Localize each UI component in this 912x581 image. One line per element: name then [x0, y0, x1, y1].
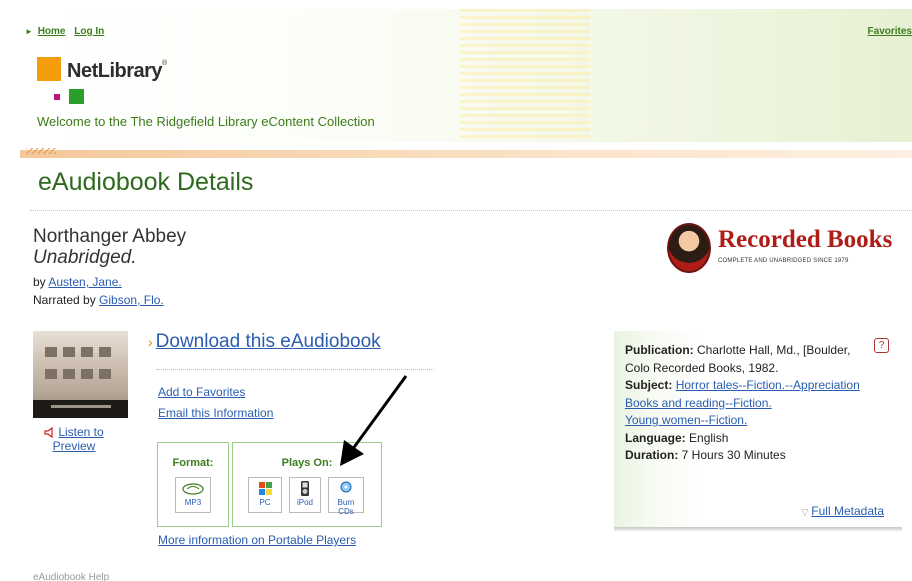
- footer-help-text: eAudiobook Help: [33, 572, 110, 581]
- listen-preview-link[interactable]: Listen to Preview: [53, 425, 104, 453]
- subject-link-3[interactable]: Young women--Fiction.: [625, 413, 747, 427]
- subject-link-1[interactable]: Horror tales--Fiction.--Appreciation: [676, 378, 860, 392]
- by-prefix: by: [33, 275, 46, 289]
- ipod-icon: [301, 481, 309, 496]
- annotation-arrow-icon: [340, 375, 408, 466]
- cover-detail: [99, 369, 111, 379]
- cover-detail: [63, 369, 75, 379]
- download-link-row[interactable]: › Download this eAudiobook: [148, 331, 381, 353]
- publication-row: Publication: Charlotte Hall, Md., [Bould…: [625, 342, 895, 377]
- logo-text: NetLibrary®: [67, 60, 167, 82]
- full-metadata-row[interactable]: ▽ Full Metadata: [801, 504, 884, 518]
- email-info-link[interactable]: Email this Information: [158, 406, 273, 420]
- publication-label: Publication:: [625, 343, 694, 357]
- author-line: by Austen, Jane.: [33, 275, 122, 289]
- metadata-panel-shadow: [614, 527, 902, 531]
- player-pc-label: PC: [259, 498, 271, 507]
- welcome-message: Welcome to the The Ridgefield Library eC…: [37, 114, 375, 129]
- duration-row: Duration: 7 Hours 30 Minutes: [625, 447, 895, 465]
- logo-orange-square: [37, 57, 61, 81]
- player-burn-cds-label: Burn CDs: [337, 498, 355, 516]
- book-title: Northanger Abbey: [33, 226, 187, 247]
- site-header: ► Home Log In Favorites NetLibrary® Welc…: [20, 9, 912, 142]
- cover-detail: [99, 347, 111, 357]
- speaker-icon: [44, 427, 53, 439]
- logo-pink-square: [54, 94, 60, 100]
- nav-login-link[interactable]: Log In: [74, 26, 104, 37]
- book-cover-image[interactable]: [33, 331, 128, 418]
- nav-home-link[interactable]: Home: [38, 26, 66, 37]
- top-nav: ► Home Log In: [25, 26, 110, 37]
- download-link[interactable]: Download this eAudiobook: [156, 331, 381, 352]
- subject-label: Subject:: [625, 378, 673, 392]
- page-title: eAudiobook Details: [38, 168, 254, 196]
- duration-label: Duration:: [625, 448, 679, 462]
- format-box: Format: MP3: [157, 442, 229, 527]
- metadata-content: Publication: Charlotte Hall, Md., [Bould…: [625, 342, 895, 465]
- subject-row: Subject: Horror tales--Fiction.--Appreci…: [625, 377, 895, 430]
- cover-title-band: [33, 400, 128, 418]
- windows-pc-icon: [259, 482, 272, 495]
- publisher-logo: Recorded Books COMPLETE AND UNABRIDGED S…: [664, 221, 904, 277]
- header-divider: [20, 150, 912, 158]
- narrated-prefix: Narrated by: [33, 293, 96, 307]
- cover-detail: [81, 347, 93, 357]
- book-edition: Unabridged.: [33, 247, 137, 268]
- author-link[interactable]: Austen, Jane.: [48, 275, 121, 289]
- player-ipod[interactable]: iPod: [289, 477, 321, 513]
- language-value: English: [689, 430, 729, 445]
- narrator-link[interactable]: Gibson, Flo.: [99, 293, 164, 307]
- format-label: Format:: [172, 457, 214, 469]
- favorites-link[interactable]: Favorites: [868, 26, 912, 37]
- publisher-tagline: COMPLETE AND UNABRIDGED SINCE 1979: [718, 258, 849, 264]
- language-row: Language: English: [625, 430, 895, 448]
- nav-arrow-icon: ►: [25, 27, 33, 36]
- burn-cd-icon: [340, 481, 352, 493]
- format-mp3-label: MP3: [184, 498, 202, 507]
- publisher-name: Recorded Books: [718, 226, 893, 253]
- full-metadata-link[interactable]: Full Metadata: [811, 504, 884, 518]
- cover-detail: [45, 369, 57, 379]
- chevron-right-icon: ›: [148, 334, 153, 350]
- duration-value: 7 Hours 30 Minutes: [681, 448, 786, 462]
- language-label: Language:: [625, 430, 686, 445]
- publisher-portrait-icon: [667, 223, 711, 273]
- netlibrary-logo[interactable]: NetLibrary®: [37, 57, 197, 105]
- portable-players-info-link[interactable]: More information on Portable Players: [158, 533, 356, 547]
- player-pc[interactable]: PC: [248, 477, 282, 513]
- format-mp3[interactable]: MP3: [175, 477, 211, 513]
- triangle-down-icon: ▽: [801, 507, 809, 517]
- add-to-favorites-link[interactable]: Add to Favorites: [158, 385, 245, 399]
- metadata-panel: ? Publication: Charlotte Hall, Md., [Bou…: [614, 331, 902, 528]
- header-stripe-decoration: [460, 9, 590, 142]
- divider-hatch-decoration: [26, 148, 56, 154]
- player-burn-cds[interactable]: Burn CDs: [328, 477, 364, 516]
- cover-detail: [63, 347, 75, 357]
- logo-green-square: [69, 89, 84, 104]
- narrator-line: Narrated by Gibson, Flo.: [33, 293, 164, 307]
- cover-detail: [81, 369, 93, 379]
- listen-preview[interactable]: Listen to Preview: [34, 425, 114, 453]
- subject-link-2[interactable]: Books and reading--Fiction.: [625, 396, 772, 410]
- player-ipod-label: iPod: [296, 498, 313, 507]
- title-divider: [30, 210, 912, 211]
- cover-detail: [45, 347, 57, 357]
- mp3-icon: [182, 483, 204, 495]
